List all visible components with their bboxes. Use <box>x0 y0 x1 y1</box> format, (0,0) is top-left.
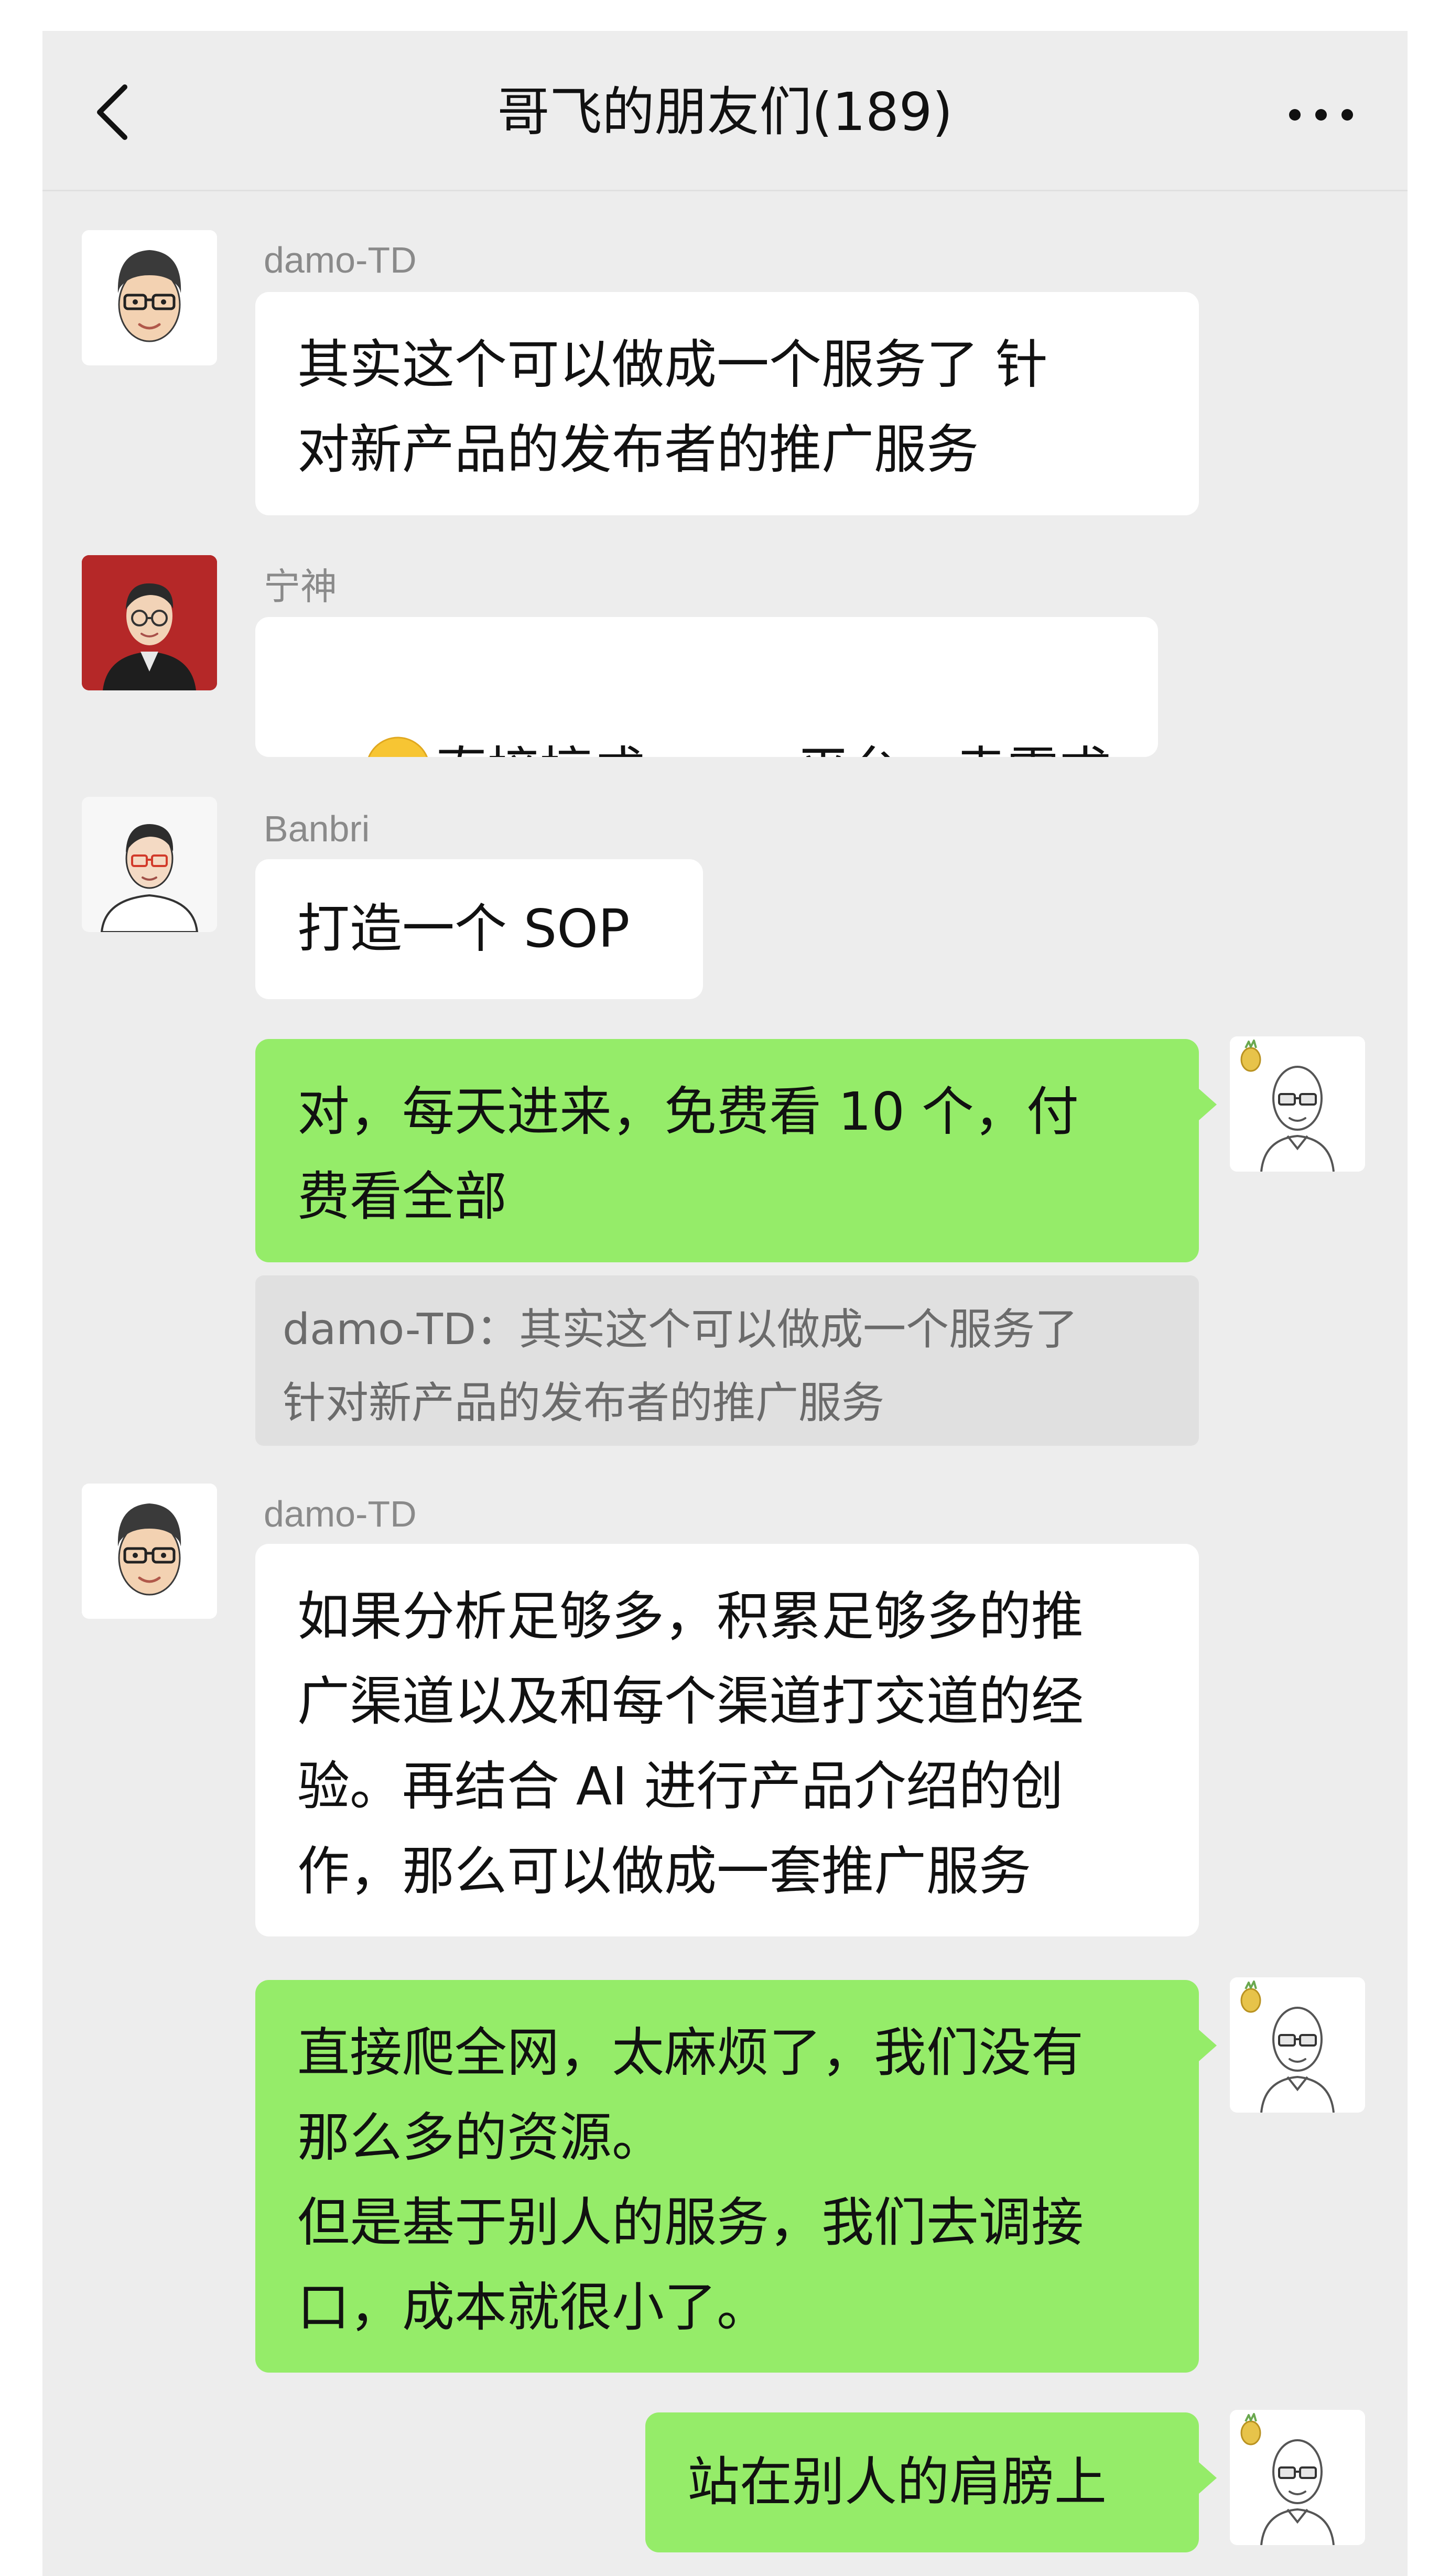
cartoon-man-glasses-avatar-icon <box>82 230 217 365</box>
sender-name: damo-TD <box>264 240 417 280</box>
message-text: 直接搞成 saas 平台，卖需求 <box>435 741 1111 757</box>
sender-name: 宁神 <box>264 566 337 607</box>
avatar-self[interactable] <box>1230 1036 1365 1172</box>
avatar-self[interactable] <box>1230 1977 1365 2113</box>
avatar-damo-td[interactable] <box>82 230 217 365</box>
cartoon-man-white-shirt-avatar-icon <box>82 797 217 932</box>
avatar-self[interactable] <box>1230 2410 1365 2545</box>
bald-man-glasses-avatar-icon <box>1230 1036 1365 1172</box>
message-bubble-other[interactable]: 打造一个 SOP <box>255 859 703 999</box>
quoted-message[interactable]: damo-TD：其实这个可以做成一个服务了 针对新产品的发布者的推广服务 <box>255 1275 1199 1446</box>
message-bubble-self[interactable]: 直接爬全网，太麻烦了，我们没有 那么多的资源。 但是基于别人的服务，我们去调接 … <box>255 1980 1199 2373</box>
cartoon-man-glasses-avatar-icon <box>82 1484 217 1619</box>
message-bubble-other[interactable]: 直接搞成 saas 平台，卖需求 <box>255 617 1158 757</box>
chat-title: 哥飞的朋友们(189) <box>497 81 953 143</box>
bubble-tail <box>1199 2030 1217 2061</box>
more-horizontal-icon <box>1289 109 1353 121</box>
avatar-banbri[interactable] <box>82 797 217 932</box>
chat-screen: 哥飞的朋友们(189) damo-TD 其实这个可以做成一个服务了 针 对新产品… <box>42 31 1408 2576</box>
bald-man-glasses-avatar-icon <box>1230 1977 1365 2113</box>
message-bubble-self[interactable]: 对，每天进来，免费看 10 个，付 费看全部 <box>255 1039 1199 1262</box>
sender-name: damo-TD <box>264 1493 417 1534</box>
chat-header: 哥飞的朋友们(189) <box>42 31 1408 191</box>
bald-man-glasses-avatar-icon <box>1230 2410 1365 2545</box>
sender-name: Banbri <box>264 808 370 849</box>
grinning-squinting-face-emoji-icon <box>368 737 428 757</box>
bubble-tail <box>1199 1089 1217 1120</box>
bubble-tail <box>1199 2462 1217 2494</box>
more-button[interactable] <box>1282 89 1360 141</box>
avatar-ning-shen[interactable] <box>82 555 217 690</box>
avatar-damo-td[interactable] <box>82 1484 217 1619</box>
back-button[interactable] <box>74 73 153 151</box>
chevron-left-icon <box>97 84 127 140</box>
message-bubble-other[interactable]: 如果分析足够多，积累足够多的推 广渠道以及和每个渠道打交道的经 验。再结合 AI… <box>255 1544 1199 1936</box>
message-bubble-self[interactable]: 站在别人的肩膀上 <box>645 2412 1199 2552</box>
message-bubble-other[interactable]: 其实这个可以做成一个服务了 针 对新产品的发布者的推广服务 <box>255 292 1199 515</box>
cartoon-man-dark-jacket-avatar-icon <box>82 555 217 690</box>
